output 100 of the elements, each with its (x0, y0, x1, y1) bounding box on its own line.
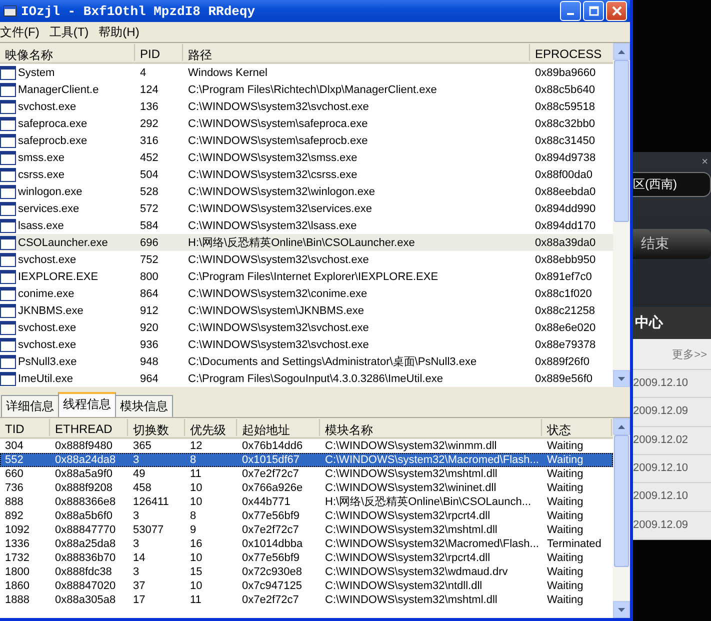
thread-row[interactable]: 888 0x888366e8 126411 10 0x44b771 H:\网络\反恐精英Online\Bin\CSOLaunch... Waiting (0, 495, 613, 509)
menu-item[interactable]: 帮助(H) (98, 24, 140, 40)
thread-row[interactable]: 736 0x888f9208 458 10 0x766a926e C:\WINDOWS\system32\wininet.dll Waiting (0, 481, 613, 495)
app-icon (3, 4, 17, 18)
tab[interactable]: 详细信息 (1, 395, 59, 417)
eprocess-cell-text: 0x891ef7c0 (534, 270, 593, 282)
process-row[interactable]: svchost.exe 936 C:\WINDOWS\system32\svchost.exe 0x88e79378 (0, 336, 613, 353)
end-button[interactable]: 结束 (633, 229, 711, 259)
table-cell-text: 365 (132, 439, 152, 453)
tab[interactable]: 模块信息 (115, 395, 173, 417)
thread-row[interactable]: 1860 0x88847020 37 10 0x7c947125 C:\WINDOWS\system32\ntdll.dll Waiting (0, 579, 613, 593)
process-row[interactable]: safeproca.exe 292 C:\WINDOWS\system\safeproca.exe 0x88c32bb0 (0, 115, 613, 132)
path-cell-text: C:\WINDOWS\system32\winlogon.exe (187, 186, 376, 198)
process-row[interactable]: PsNull3.exe 948 C:\Documents and Settings\Administrator\桌面\PsNull3.exe 0x889f26f0 (0, 353, 613, 370)
table-cell-text: 660 (4, 467, 24, 481)
minimize-icon (567, 13, 574, 15)
pid-cell-text: 528 (139, 186, 160, 198)
column-header[interactable]: 优先级 (185, 419, 237, 436)
thread-row[interactable]: 892 0x88a5b6f0 3 8 0x77e56bf9 C:\WINDOWS\system32\rpcrt4.dll Waiting (0, 509, 613, 523)
table-cell-text: Waiting (546, 523, 584, 537)
process-row[interactable]: svchost.exe 752 C:\WINDOWS\system32\svchost.exe 0x88ebb950 (0, 251, 613, 268)
table-cell-text: C:\WINDOWS\system32\wininet.dll (324, 481, 498, 495)
column-header[interactable]: 映像名称 (0, 44, 135, 61)
scrollbar[interactable] (613, 418, 630, 618)
process-name: safeprocb.exe (18, 134, 88, 146)
maximize-button[interactable] (583, 1, 604, 21)
scroll-up-button[interactable] (613, 43, 630, 60)
eprocess-cell-text: 0x88c31450 (534, 134, 596, 146)
process-row[interactable]: conime.exe 864 C:\WINDOWS\system32\conime.exe 0x88c1f020 (0, 285, 613, 302)
menu-item[interactable]: 工具(T) (49, 24, 89, 40)
eprocess-cell-text: 0x88c32bb0 (534, 118, 596, 130)
process-row[interactable]: services.exe 572 C:\WINDOWS\system32\services.exe 0x894dd990 (0, 200, 613, 217)
process-row[interactable]: svchost.exe 920 C:\WINDOWS\system32\svchost.exe 0x88e6e020 (0, 319, 613, 336)
thread-row[interactable]: 304 0x888f9480 365 12 0x76b14dd6 C:\WINDOWS\system32\winmm.dll Waiting (0, 439, 613, 453)
scroll-thumb[interactable] (614, 435, 629, 567)
thread-row[interactable]: 552 0x88a24da8 3 8 0x1015df67 C:\WINDOWS\system32\Macromed\Flash... Waiting (0, 453, 613, 467)
column-header[interactable]: 切换数 (128, 419, 185, 436)
process-row[interactable]: csrss.exe 504 C:\WINDOWS\system32\csrss.exe 0x88f00da0 (0, 166, 613, 183)
thread-row[interactable]: 1732 0x88836b70 14 10 0x77e56bf9 C:\WINDOWS\system32\rpcrt4.dll Waiting (0, 551, 613, 565)
more-link[interactable]: 更多>> (633, 339, 711, 370)
process-row[interactable]: smss.exe 452 C:\WINDOWS\system32\smss.exe 0x894d9738 (0, 149, 613, 166)
table-cell-text: 0x7e2f72c7 (241, 467, 300, 481)
process-row[interactable]: svchost.exe 136 C:\WINDOWS\system32\svchost.exe 0x88c59518 (0, 98, 613, 115)
path-cell-text: C:\Documents and Settings\Administrator\桌面\PsNull3.exe (187, 354, 478, 369)
table-cell-text: Waiting (546, 565, 584, 579)
scrollbar[interactable] (613, 43, 630, 387)
column-header[interactable]: 路径 (183, 44, 530, 61)
column-header[interactable]: TID (0, 419, 50, 436)
column-header[interactable]: 起始地址 (237, 419, 320, 436)
path-cell-text: C:\Program Files\Richtech\Dlxp\ManagerClient.exe (187, 84, 438, 96)
scroll-thumb[interactable] (614, 60, 629, 222)
close-button[interactable]: × (702, 156, 711, 168)
region-button[interactable]: 区(西南) (633, 172, 711, 197)
pid-cell-text: 572 (139, 202, 160, 214)
process-row[interactable]: JKNBMS.exe 912 C:\WINDOWS\system\JKNBMS.exe 0x88c21258 (0, 302, 613, 319)
column-header[interactable]: ETHREAD (50, 419, 128, 436)
path-cell-text: C:\WINDOWS\system\safeprocb.exe (187, 134, 369, 146)
table-cell-text: 3 (132, 537, 140, 551)
table-cell-text: C:\WINDOWS\system32\mshtml.dll (324, 523, 498, 537)
column-header[interactable]: PID (135, 44, 183, 61)
column-header[interactable]: 模块名称 (320, 419, 542, 436)
table-cell-text: 1800 (4, 565, 30, 579)
thread-row[interactable]: 660 0x88a5a9f0 49 11 0x7e2f72c7 C:\WINDOWS\system32\mshtml.dll Waiting (0, 467, 613, 481)
table-cell-text: Waiting (546, 439, 584, 453)
menu-item[interactable]: 文件(F) (0, 24, 40, 40)
thread-row[interactable]: 1092 0x88847770 53077 9 0x7e2f72c7 C:\WINDOWS\system32\mshtml.dll Waiting (0, 523, 613, 537)
minimize-button[interactable] (560, 1, 581, 21)
scroll-up-button[interactable] (613, 418, 630, 435)
process-name: ImeUtil.exe (18, 372, 74, 384)
thread-row[interactable]: 1888 0x88a305a8 17 11 0x7e2f72c7 C:\WINDOWS\system32\mshtml.dll Waiting (0, 593, 613, 607)
process-row[interactable]: IEXPLORE.EXE 800 C:\Program Files\Internet Explorer\IEXPLORE.EXE 0x891ef7c0 (0, 268, 613, 285)
path-cell-text: C:\WINDOWS\system32\lsass.exe (187, 220, 358, 232)
process-row[interactable]: ManagerClient.e 124 C:\Program Files\Richtech\Dlxp\ManagerClient.exe 0x88c5b640 (0, 81, 613, 98)
process-row[interactable]: safeprocb.exe 316 C:\WINDOWS\system\safeprocb.exe 0x88c31450 (0, 132, 613, 149)
path-cell-text: Windows Kernel (187, 66, 268, 78)
process-row[interactable]: winlogon.exe 528 C:\WINDOWS\system32\winlogon.exe 0x88eebda0 (0, 183, 613, 200)
table-cell-text: H:\网络\反恐精英Online\Bin\CSOLaunch... (324, 495, 532, 509)
table-cell-text: 10 (189, 551, 204, 565)
process-name: services.exe (18, 202, 80, 214)
tab[interactable]: 线程信息 (58, 392, 116, 417)
table-cell-text: 0x888fdc38 (54, 565, 113, 579)
pid-cell-text: 964 (139, 372, 160, 384)
table-cell-text: C:\WINDOWS\system32\rpcrt4.dll (324, 509, 492, 523)
process-name: safeproca.exe (18, 118, 88, 130)
process-name: smss.exe (18, 152, 64, 164)
scroll-down-button[interactable] (613, 601, 630, 618)
process-name: System (18, 66, 55, 78)
table-cell-text: 0x88a24da8 (54, 453, 117, 467)
process-row[interactable]: lsass.exe 584 C:\WINDOWS\system32\lsass.exe 0x894dd170 (0, 217, 613, 234)
process-row[interactable]: System 4 Windows Kernel 0x89ba9660 (0, 64, 613, 81)
scroll-down-button[interactable] (613, 370, 630, 387)
close-button[interactable] (606, 1, 627, 21)
thread-row[interactable]: 1336 0x88a25da8 3 16 0x1014dbba C:\WINDOWS\system32\Macromed\Flash... Terminated (0, 537, 613, 551)
table-cell-text: 0x1014dbba (241, 537, 304, 551)
up-arrow-icon (618, 424, 625, 428)
center-bar[interactable]: 中心 (633, 307, 711, 339)
process-row[interactable]: CSOLauncher.exe 696 H:\网络\反恐精英Online\Bin\CSOLauncher.exe 0x88a39da0 (0, 234, 613, 251)
thread-row[interactable]: 1800 0x888fdc38 3 15 0x72c930e8 C:\WINDOWS\system32\wdmaud.drv Waiting (0, 565, 613, 579)
process-row[interactable]: ImeUtil.exe 964 C:\Program Files\SogouInput\4.3.0.3286\ImeUtil.exe 0x889e56f0 (0, 370, 613, 387)
column-header[interactable]: 状态 (542, 419, 612, 436)
